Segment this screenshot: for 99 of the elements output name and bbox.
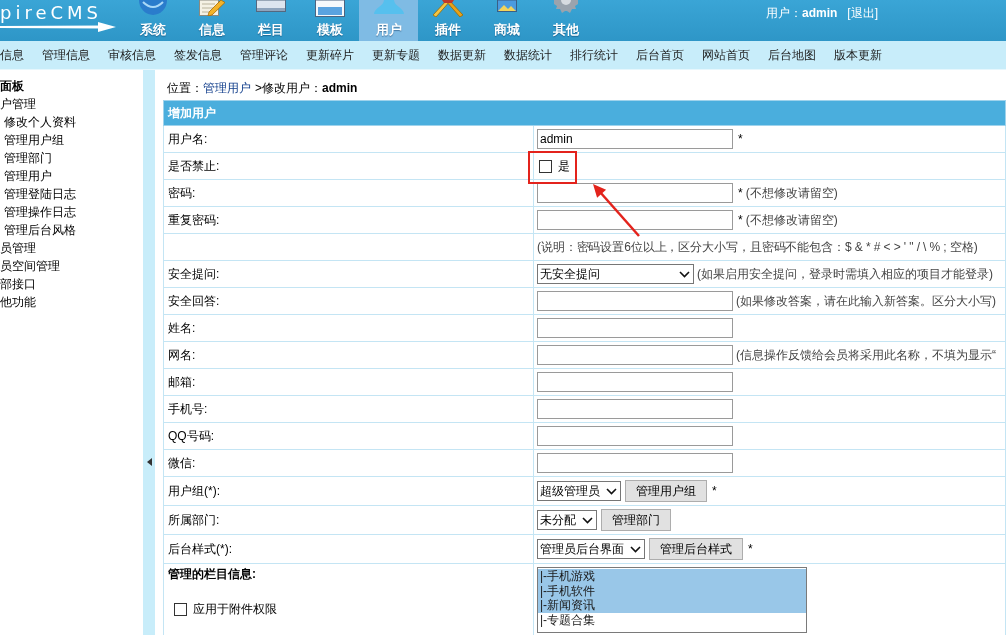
required-mark: * (712, 484, 717, 498)
required-mark: * (738, 213, 743, 227)
sidebar-item[interactable]: 管理用户 (4, 167, 52, 185)
collapse-arrow-icon[interactable] (146, 458, 152, 466)
menu-link[interactable]: 审核信息 (108, 46, 156, 64)
input-field[interactable] (537, 183, 733, 203)
chevron-down-icon (679, 270, 690, 278)
logo-arrow-icon (0, 22, 116, 32)
menu-link[interactable]: 更新碎片 (306, 46, 354, 64)
field-hint: (不想修改请留空) (745, 184, 838, 202)
menu-link[interactable]: 信息 (0, 46, 24, 64)
field-hint: (如果修改答案，请在此输入新答案。区分大小写) (736, 292, 996, 310)
field-hint: (不想修改请留空) (745, 211, 838, 229)
highlight-frame (528, 151, 577, 184)
menu-link[interactable]: 排行统计 (570, 46, 618, 64)
select-field[interactable]: 管理员后台界面 (537, 539, 645, 559)
input-field[interactable] (537, 345, 733, 365)
window-icon (255, 0, 286, 12)
breadcrumb: 位置：管理用户 >修改用户：admin (167, 81, 358, 95)
sidebar-group-title[interactable]: 部接口 (0, 275, 36, 293)
chevron-down-icon (582, 516, 593, 524)
sidebar-item[interactable]: 管理部门 (4, 149, 52, 167)
field-label: 姓名: (163, 314, 534, 342)
sidebar-group-title[interactable]: 他功能 (0, 293, 36, 311)
checkbox[interactable] (174, 602, 187, 616)
required-mark: * (738, 132, 743, 146)
menu-link[interactable]: 数据更新 (438, 46, 486, 64)
picture-icon (496, 0, 517, 12)
gear-icon (551, 0, 580, 14)
select-field[interactable]: 未分配 (537, 510, 597, 530)
field-label: 安全回答: (163, 287, 534, 315)
globe-icon (138, 0, 167, 15)
action-button[interactable]: 管理后台样式 (649, 538, 743, 560)
field-label: 网名: (163, 341, 534, 369)
menu-link[interactable]: 签发信息 (174, 46, 222, 64)
user-info: 用户：admin (766, 6, 838, 22)
input-field[interactable] (537, 210, 733, 230)
sidebar-heading: 面板 (0, 78, 24, 95)
field-label: 是否禁止: (163, 152, 534, 180)
field-label: 密码: (163, 179, 534, 207)
required-mark: * (748, 542, 753, 556)
menu-link[interactable]: 版本更新 (834, 46, 882, 64)
input-field[interactable] (537, 318, 733, 338)
action-button[interactable]: 管理部门 (601, 509, 671, 531)
field-hint: (如果启用安全提问，登录时需填入相应的项目才能登录) (697, 265, 993, 283)
sidebar-item[interactable]: 管理登陆日志 (4, 185, 76, 203)
sidebar-group-title[interactable]: 员管理 (0, 239, 36, 257)
required-mark: * (738, 186, 743, 200)
select-field[interactable]: 超级管理员 (537, 481, 621, 501)
sidebar-item[interactable]: 管理后台风格 (4, 221, 76, 239)
action-button[interactable]: 管理用户组 (625, 480, 707, 502)
field-label: 后台样式(*): (163, 534, 534, 564)
input-field[interactable] (537, 291, 733, 311)
menu-link[interactable]: 网站首页 (702, 46, 750, 64)
input-field[interactable] (537, 453, 733, 473)
field-label: 微信: (163, 449, 534, 477)
field-label: 所属部门: (163, 505, 534, 535)
annotation-arrow (591, 182, 641, 238)
input-field[interactable] (537, 426, 733, 446)
menu-link[interactable]: 数据统计 (504, 46, 552, 64)
menu-link[interactable]: 更新专题 (372, 46, 420, 64)
field-label: QQ号码: (163, 422, 534, 450)
sidebar-item[interactable]: 修改个人资料 (4, 113, 76, 131)
list-option[interactable]: |-手机游戏 (538, 569, 806, 584)
password-note: (说明：密码设置6位以上，区分大小写，且密码不能包含：$ & * # < > ' " / \ % ; 空格) (537, 238, 978, 256)
panel-title: 增加用户 (163, 100, 1006, 126)
list-option[interactable]: |-新闻资讯 (538, 598, 806, 614)
checkbox-label[interactable]: 是 (558, 157, 570, 175)
user-icon (373, 0, 404, 14)
input-field[interactable] (537, 372, 733, 392)
field-label: 用户名: (163, 125, 534, 153)
field-label: 管理的栏目信息: (168, 567, 256, 581)
menu-link[interactable]: 后台首页 (636, 46, 684, 64)
ruler-pencil-icon (432, 0, 463, 17)
checkbox[interactable] (539, 159, 552, 173)
list-box[interactable]: |-手机游戏 |-手机软件 |-新闻资讯 |-专题合集 (537, 567, 807, 633)
menu-link[interactable]: 管理信息 (42, 46, 90, 64)
field-hint: (信息操作反馈给会员将采用此名称，不填为显示“ (736, 346, 996, 364)
field-label: 手机号: (163, 395, 534, 423)
sidebar-item[interactable]: 管理操作日志 (4, 203, 76, 221)
field-label: 安全提问: (163, 260, 534, 288)
window-icon (314, 0, 345, 17)
input-field[interactable] (537, 399, 733, 419)
menu-link[interactable]: 后台地图 (768, 46, 816, 64)
breadcrumb-link[interactable]: 管理用户 (203, 81, 251, 95)
logo-text: pireCMS (0, 4, 103, 22)
field-label: 用户组(*): (163, 476, 534, 506)
menu-link[interactable]: 管理评论 (240, 46, 288, 64)
chevron-down-icon (606, 487, 617, 495)
input-field[interactable]: admin (537, 129, 733, 149)
select-field[interactable]: 无安全提问 (537, 264, 694, 284)
sidebar-group-title[interactable]: 户管理 (0, 95, 36, 113)
field-label: 邮箱: (163, 368, 534, 396)
sidebar-item[interactable]: 管理用户组 (4, 131, 64, 149)
checkbox-label[interactable]: 应用于附件权限 (193, 600, 277, 618)
field-label: 重复密码: (163, 206, 534, 234)
chevron-down-icon (630, 545, 641, 553)
notepad-icon (198, 0, 225, 16)
sidebar-group-title[interactable]: 员空间管理 (0, 257, 60, 275)
